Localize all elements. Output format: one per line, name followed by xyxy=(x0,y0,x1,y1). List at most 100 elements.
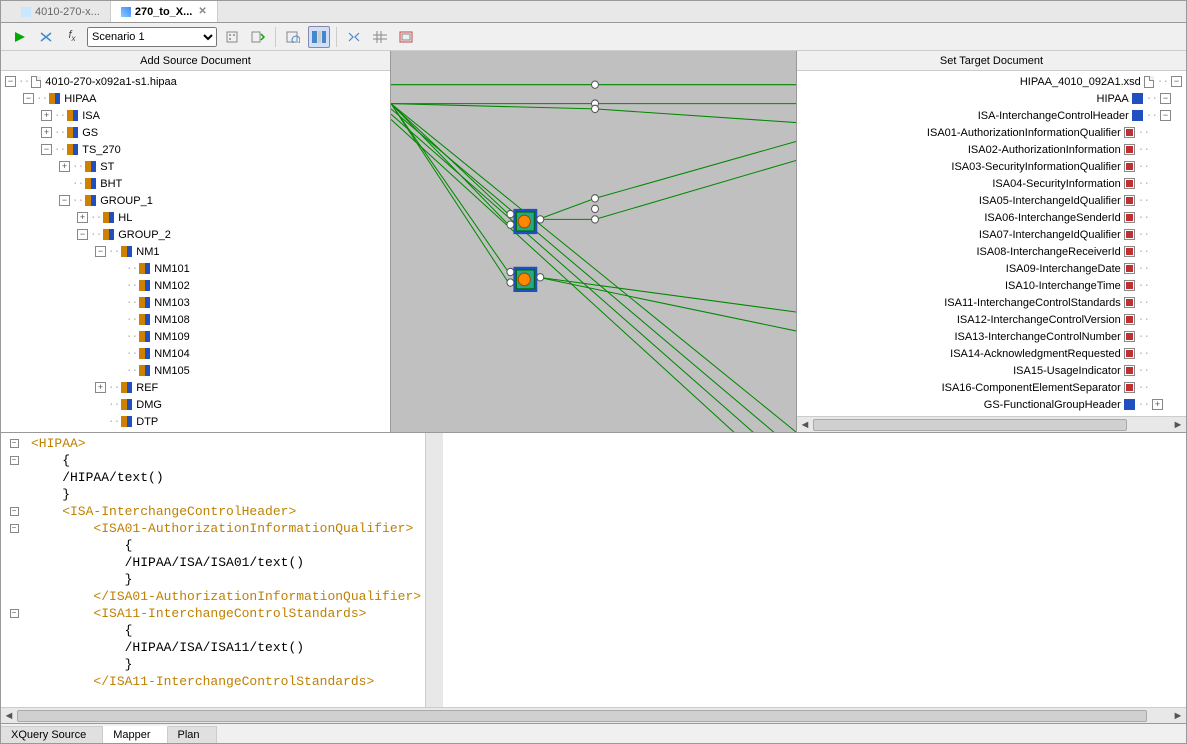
grid-button[interactable] xyxy=(369,26,391,48)
code-line[interactable]: </ISA01-AuthorizationInformationQualifie… xyxy=(31,588,421,605)
tree-node[interactable]: −··GROUP_2 xyxy=(5,226,386,243)
collapse-icon[interactable]: − xyxy=(1171,76,1182,87)
fit-button[interactable] xyxy=(395,26,417,48)
code-line[interactable]: <ISA-InterchangeControlHeader> xyxy=(31,503,421,520)
code-line[interactable]: } xyxy=(31,486,421,503)
tree-node[interactable]: ··NM108 xyxy=(5,311,386,328)
tree-node[interactable]: ··NM103 xyxy=(5,294,386,311)
tree-node[interactable]: ··NM109 xyxy=(5,328,386,345)
tree-node[interactable]: +··ST xyxy=(5,158,386,175)
fold-handle[interactable] xyxy=(1,639,27,656)
tree-node[interactable]: −··HIPAA xyxy=(5,90,386,107)
collapse-icon[interactable]: − xyxy=(1160,110,1171,121)
fold-handle[interactable]: − xyxy=(1,520,27,537)
collapse-icon[interactable]: − xyxy=(23,93,34,104)
validate-button[interactable] xyxy=(282,26,304,48)
target-panel-header[interactable]: Set Target Document xyxy=(797,51,1186,71)
code-lines[interactable]: <HIPAA> { /HIPAA/text() } <ISA-Interchan… xyxy=(27,433,425,707)
tree-node[interactable]: ISA02-AuthorizationInformation·· xyxy=(801,141,1182,158)
tree-node[interactable]: ISA13-InterchangeControlNumber·· xyxy=(801,328,1182,345)
tree-node[interactable]: ISA08-InterchangeReceiverId·· xyxy=(801,243,1182,260)
collapse-icon[interactable]: − xyxy=(41,144,52,155)
code-line[interactable]: /HIPAA/text() xyxy=(31,469,421,486)
tab-plan[interactable]: Plan xyxy=(168,726,217,743)
close-icon[interactable]: ✕ xyxy=(198,6,206,17)
tree-node[interactable]: −··GROUP_1 xyxy=(5,192,386,209)
tree-node[interactable]: +··GS xyxy=(5,124,386,141)
code-line[interactable]: </ISA11-InterchangeControlStandards> xyxy=(31,673,421,690)
tree-node[interactable]: ··NM104 xyxy=(5,345,386,362)
fold-handle[interactable] xyxy=(1,588,27,605)
collapse-icon[interactable]: − xyxy=(77,229,88,240)
collapse-icon[interactable]: − xyxy=(5,76,16,87)
tree-node[interactable]: ··DMG xyxy=(5,396,386,413)
code-line[interactable]: <HIPAA> xyxy=(31,435,421,452)
tab-inactive[interactable]: 4010-270-x... xyxy=(11,1,111,22)
collapse-icon[interactable]: − xyxy=(1160,93,1171,104)
tree-node[interactable]: ISA15-UsageIndicator·· xyxy=(801,362,1182,379)
code-line[interactable]: { xyxy=(31,622,421,639)
tree-node[interactable]: ISA04-SecurityInformation·· xyxy=(801,175,1182,192)
tree-node[interactable]: ISA06-InterchangeSenderId·· xyxy=(801,209,1182,226)
tree-node[interactable]: −··TS_270 xyxy=(5,141,386,158)
collapse-button[interactable] xyxy=(343,26,365,48)
tree-node[interactable]: ISA05-InterchangeIdQualifier·· xyxy=(801,192,1182,209)
collapse-icon[interactable]: − xyxy=(59,195,70,206)
fx-button[interactable]: fx xyxy=(61,26,83,48)
collapse-icon[interactable]: − xyxy=(95,246,106,257)
scenario-edit-button[interactable] xyxy=(221,26,243,48)
expand-icon[interactable]: + xyxy=(95,382,106,393)
run-button[interactable] xyxy=(9,26,31,48)
tree-node[interactable]: ISA07-InterchangeIdQualifier·· xyxy=(801,226,1182,243)
fold-handle[interactable]: − xyxy=(1,435,27,452)
fold-gutter[interactable]: −−−−− xyxy=(1,433,27,707)
code-line[interactable]: /HIPAA/ISA/ISA11/text() xyxy=(31,639,421,656)
fold-handle[interactable]: − xyxy=(1,605,27,622)
expand-icon[interactable]: + xyxy=(41,110,52,121)
tree-node[interactable]: ISA-InterchangeControlHeader··− xyxy=(801,107,1182,124)
tree-node[interactable]: ISA16-ComponentElementSeparator·· xyxy=(801,379,1182,396)
tree-node[interactable]: ISA03-SecurityInformationQualifier·· xyxy=(801,158,1182,175)
code-hscroll[interactable]: ◄ ► xyxy=(1,707,1186,723)
fold-handle[interactable] xyxy=(1,622,27,639)
source-panel-header[interactable]: Add Source Document xyxy=(1,51,390,71)
fold-handle[interactable] xyxy=(1,469,27,486)
fold-handle[interactable]: − xyxy=(1,452,27,469)
mapping-canvas[interactable] xyxy=(391,51,796,432)
clear-button[interactable] xyxy=(35,26,57,48)
fold-handle[interactable] xyxy=(1,537,27,554)
tree-node[interactable]: ISA09-InterchangeDate·· xyxy=(801,260,1182,277)
target-tree[interactable]: HIPAA_4010_092A1.xsd··−HIPAA··−ISA-Inter… xyxy=(797,71,1186,416)
tree-node[interactable]: ISA10-InterchangeTime·· xyxy=(801,277,1182,294)
tab-mapper[interactable]: Mapper xyxy=(103,726,167,743)
scenario-select[interactable]: Scenario 1 xyxy=(87,27,217,47)
fold-handle[interactable] xyxy=(1,673,27,690)
tree-node[interactable]: +··HL xyxy=(5,209,386,226)
code-line[interactable]: <ISA11-InterchangeControlStandards> xyxy=(31,605,421,622)
expand-icon[interactable]: + xyxy=(1152,399,1163,410)
save-scenario-button[interactable] xyxy=(247,26,269,48)
code-line[interactable]: } xyxy=(31,571,421,588)
code-line[interactable]: { xyxy=(31,537,421,554)
tree-node[interactable]: +··ISA xyxy=(5,107,386,124)
fold-handle[interactable] xyxy=(1,486,27,503)
expand-icon[interactable]: + xyxy=(59,161,70,172)
fold-handle[interactable] xyxy=(1,554,27,571)
tree-node[interactable]: ISA12-InterchangeControlVersion·· xyxy=(801,311,1182,328)
target-root[interactable]: HIPAA_4010_092A1.xsd··− xyxy=(801,73,1182,90)
tree-node[interactable]: ISA01-AuthorizationInformationQualifier·… xyxy=(801,124,1182,141)
fold-handle[interactable] xyxy=(1,571,27,588)
tree-node[interactable]: ISA14-AcknowledgmentRequested·· xyxy=(801,345,1182,362)
vertical-scrollbar[interactable] xyxy=(425,433,443,707)
tree-node[interactable]: −··NM1 xyxy=(5,243,386,260)
tree-node[interactable]: +··REF xyxy=(5,379,386,396)
xquery-source-editor[interactable]: −−−−− <HIPAA> { /HIPAA/text() } <ISA-Int… xyxy=(1,433,1186,707)
expand-icon[interactable]: + xyxy=(41,127,52,138)
code-line[interactable]: } xyxy=(31,656,421,673)
tree-node[interactable]: ··DTP xyxy=(5,413,386,430)
tab-xquery-source[interactable]: XQuery Source xyxy=(1,726,103,743)
tree-node[interactable]: GS-FunctionalGroupHeader··+ xyxy=(801,396,1182,413)
code-line[interactable]: <ISA01-AuthorizationInformationQualifier… xyxy=(31,520,421,537)
tree-node[interactable]: ISA11-InterchangeControlStandards·· xyxy=(801,294,1182,311)
layout-button[interactable] xyxy=(308,26,330,48)
